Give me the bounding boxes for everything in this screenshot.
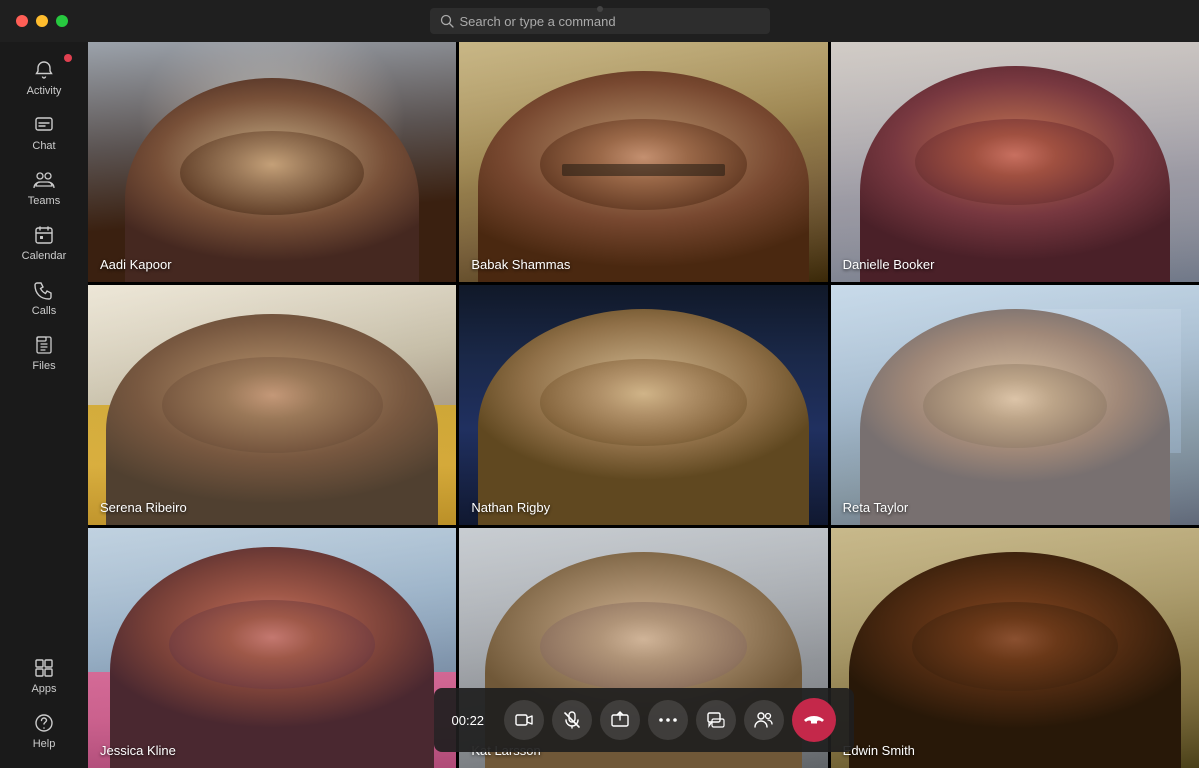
mic-off-icon — [563, 711, 581, 729]
camera-toggle-button[interactable] — [504, 700, 544, 740]
help-icon — [32, 711, 56, 735]
aadi-photo — [88, 42, 456, 282]
bell-icon — [32, 58, 56, 82]
video-cell-jessica: Jessica Kline — [88, 528, 456, 768]
sidebar-item-files-label: Files — [32, 360, 55, 372]
video-cell-nathan: Nathan Rigby — [459, 285, 827, 525]
jessica-name-label: Jessica Kline — [100, 743, 176, 758]
search-placeholder: Search or type a command — [460, 14, 616, 29]
chat-button[interactable] — [696, 700, 736, 740]
jessica-photo — [88, 528, 456, 768]
more-options-button[interactable] — [648, 700, 688, 740]
calls-icon — [32, 278, 56, 302]
end-call-button[interactable] — [792, 698, 836, 742]
video-cell-aadi: Aadi Kapoor — [88, 42, 456, 282]
sidebar-item-help[interactable]: Help — [0, 703, 88, 758]
sidebar-item-calls-label: Calls — [32, 305, 56, 317]
video-cell-danielle: Danielle Booker — [831, 42, 1199, 282]
babak-name-label: Babak Shammas — [471, 257, 570, 272]
sidebar-item-activity[interactable]: Activity — [0, 50, 88, 105]
sidebar-item-teams[interactable]: Teams — [0, 160, 88, 215]
call-controls: 00:22 — [434, 688, 854, 752]
video-cell-edwin: Edwin Smith — [831, 528, 1199, 768]
edwin-name-label: Edwin Smith — [843, 743, 915, 758]
participants-button[interactable] — [744, 700, 784, 740]
minimize-window-button[interactable] — [36, 15, 48, 27]
serena-name-label: Serena Ribeiro — [100, 500, 187, 515]
nathan-name-label: Nathan Rigby — [471, 500, 550, 515]
sidebar-item-apps[interactable]: Apps — [0, 648, 88, 703]
chat-icon — [32, 113, 56, 137]
title-bar: Search or type a command — [0, 0, 1199, 42]
camera-indicator — [597, 6, 603, 12]
serena-photo — [88, 285, 456, 525]
chat-bubbles-icon — [707, 711, 725, 729]
sidebar-item-apps-label: Apps — [31, 683, 56, 695]
close-window-button[interactable] — [16, 15, 28, 27]
calendar-icon — [32, 223, 56, 247]
apps-icon — [32, 656, 56, 680]
sidebar-item-help-label: Help — [33, 738, 56, 750]
traffic-lights — [16, 15, 68, 27]
video-grid: Aadi Kapoor Babak Shammas Danielle Booke… — [88, 42, 1199, 768]
video-cell-serena: Serena Ribeiro — [88, 285, 456, 525]
main-layout: Activity Chat Teams — [0, 42, 1199, 768]
sidebar-item-calls[interactable]: Calls — [0, 270, 88, 325]
call-timer: 00:22 — [452, 713, 492, 728]
nathan-photo — [459, 285, 827, 525]
sidebar-item-files[interactable]: Files — [0, 325, 88, 380]
activity-badge — [64, 54, 72, 62]
sidebar-item-calendar-label: Calendar — [22, 250, 67, 262]
sidebar: Activity Chat Teams — [0, 42, 88, 768]
maximize-window-button[interactable] — [56, 15, 68, 27]
sidebar-item-chat-label: Chat — [32, 140, 55, 152]
mute-button[interactable] — [552, 700, 592, 740]
danielle-photo — [831, 42, 1199, 282]
danielle-name-label: Danielle Booker — [843, 257, 935, 272]
sidebar-item-activity-label: Activity — [27, 85, 62, 97]
video-icon — [515, 711, 533, 729]
end-call-icon — [803, 713, 825, 727]
search-icon — [440, 14, 454, 28]
aadi-name-label: Aadi Kapoor — [100, 257, 172, 272]
share-screen-button[interactable] — [600, 700, 640, 740]
share-icon — [611, 711, 629, 729]
video-cell-reta: Reta Taylor — [831, 285, 1199, 525]
video-cell-babak: Babak Shammas — [459, 42, 827, 282]
babak-photo — [459, 42, 827, 282]
teams-icon — [32, 168, 56, 192]
files-icon — [32, 333, 56, 357]
people-icon — [754, 711, 774, 729]
sidebar-item-calendar[interactable]: Calendar — [0, 215, 88, 270]
ellipsis-icon — [659, 717, 677, 723]
sidebar-item-teams-label: Teams — [28, 195, 60, 207]
reta-name-label: Reta Taylor — [843, 500, 909, 515]
reta-photo — [831, 285, 1199, 525]
sidebar-item-chat[interactable]: Chat — [0, 105, 88, 160]
edwin-photo — [831, 528, 1199, 768]
sidebar-bottom: Apps Help — [0, 648, 88, 768]
